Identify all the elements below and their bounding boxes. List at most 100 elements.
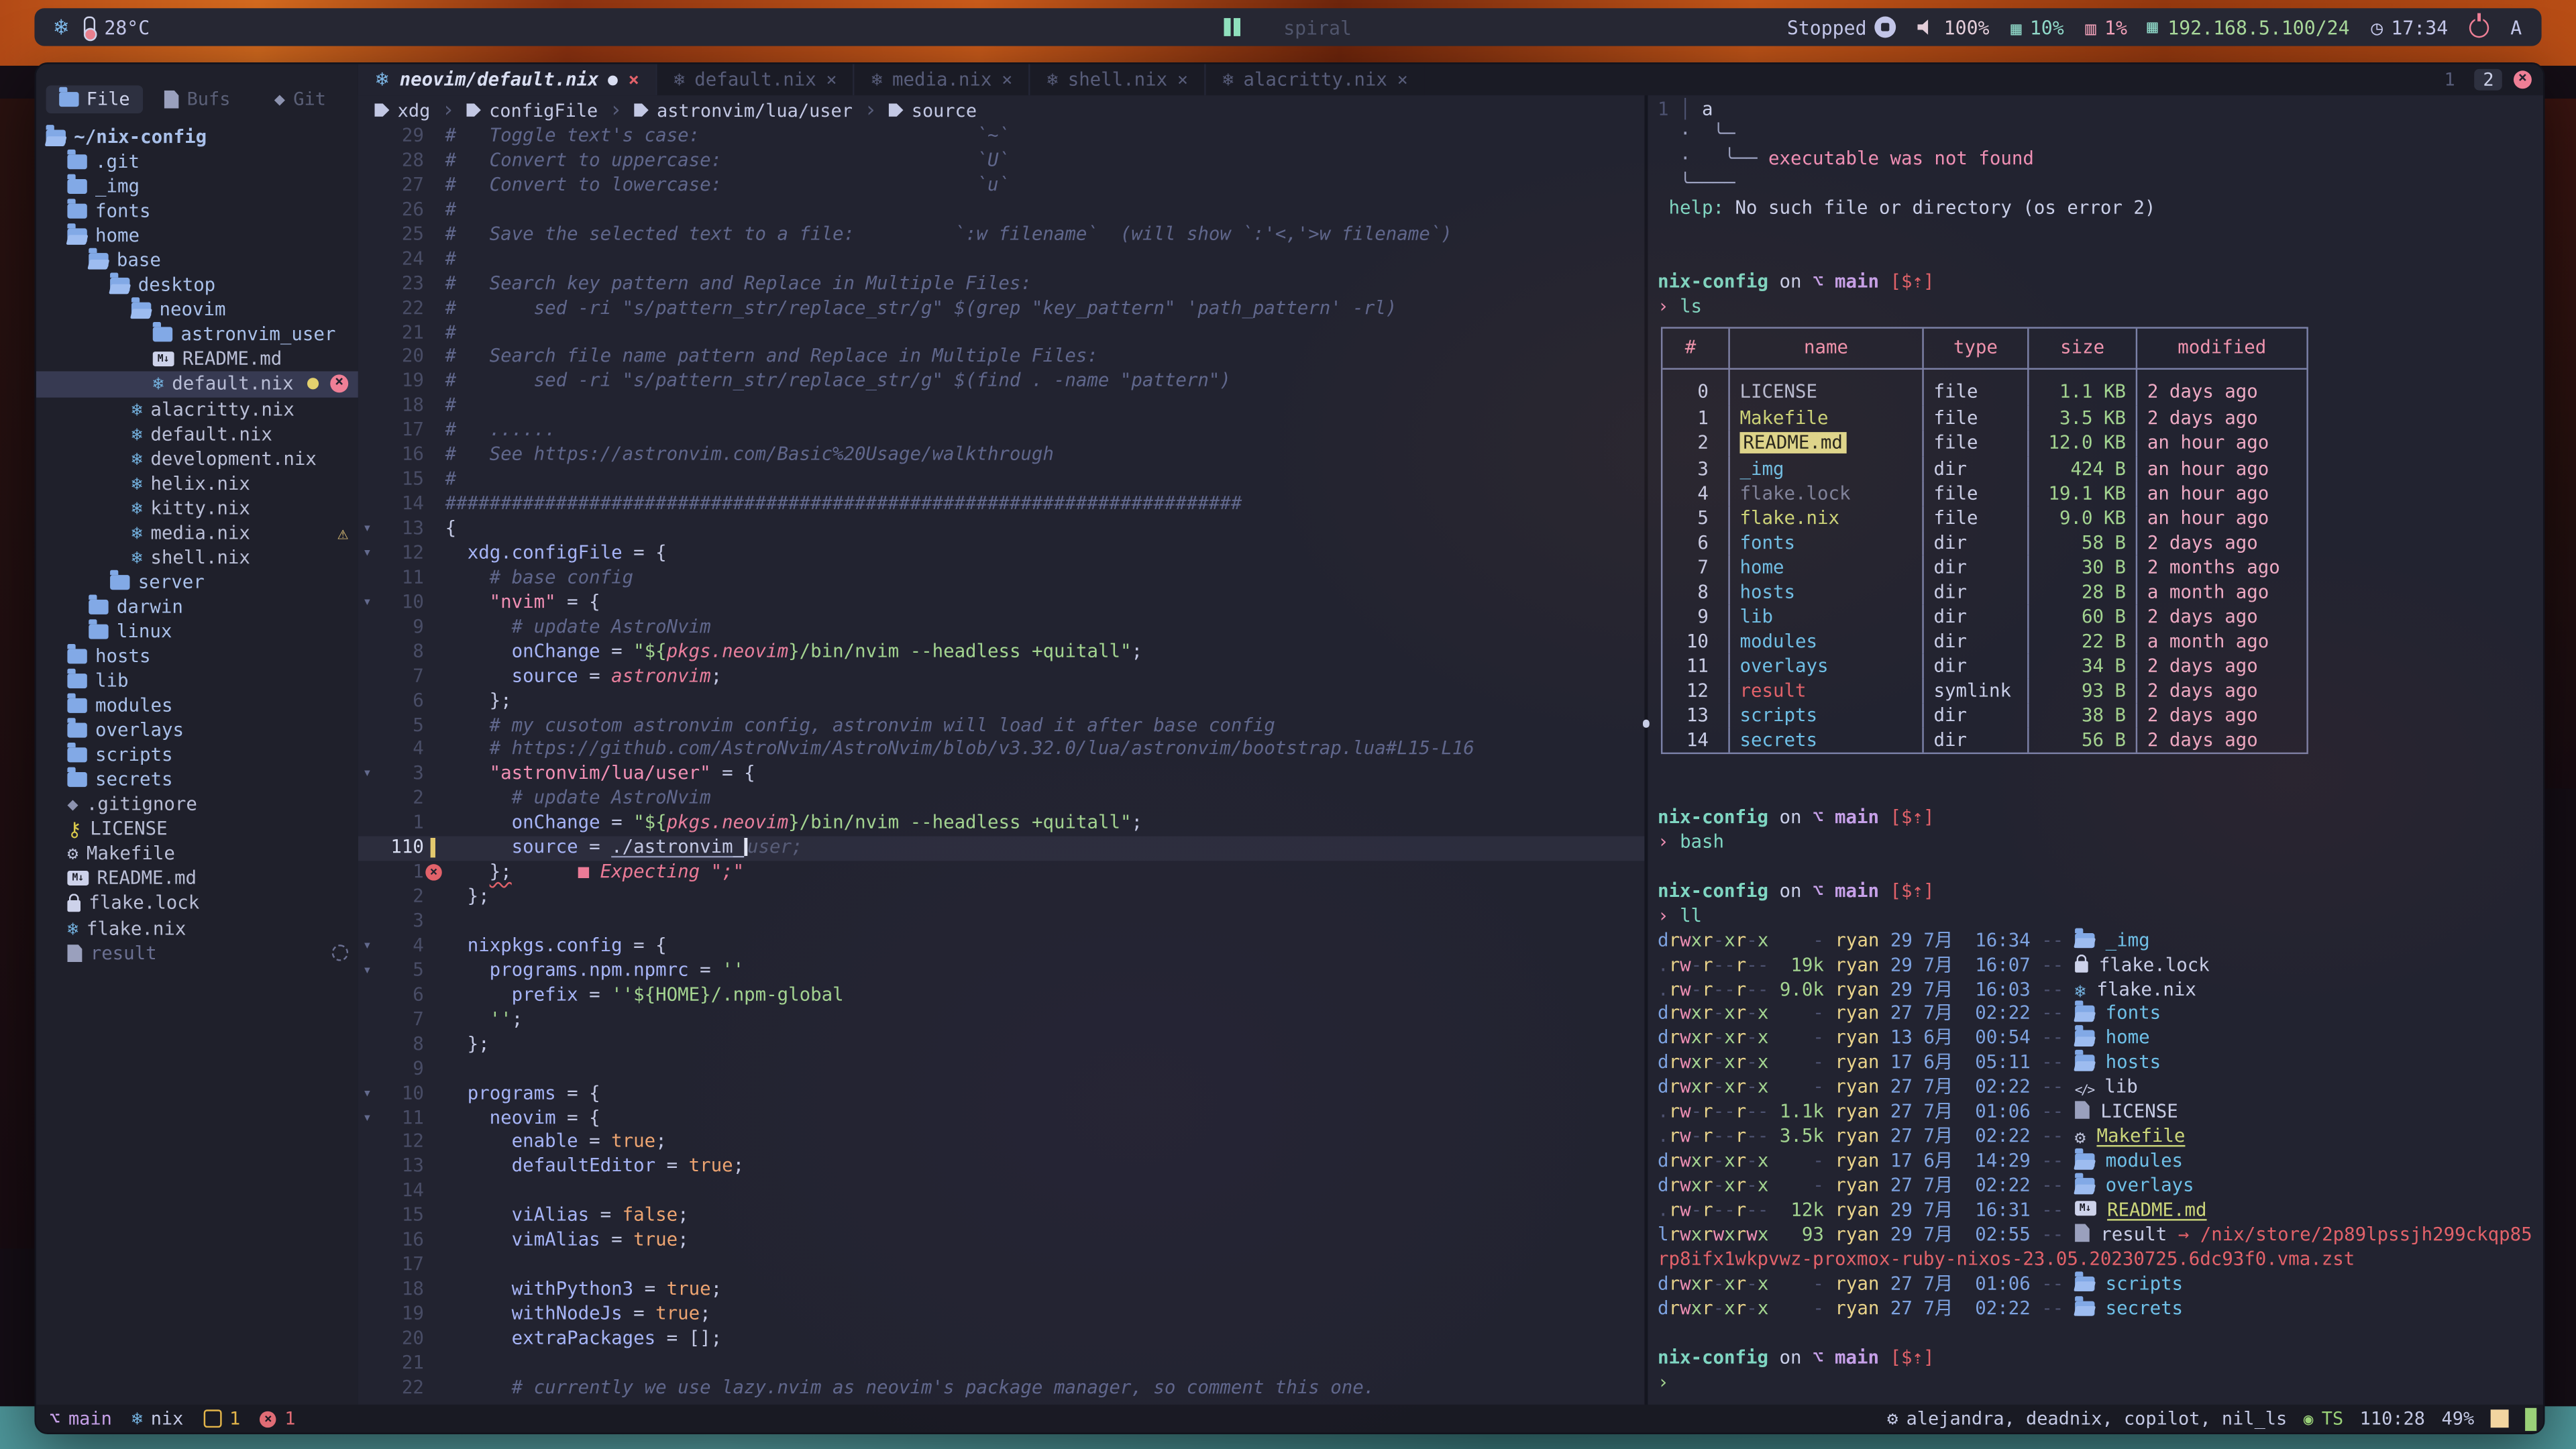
tree-item[interactable]: media.nix (36, 521, 358, 545)
network-module[interactable]: 192.168.5.100/24 (2149, 15, 2350, 38)
tree-item[interactable]: default.nix (36, 421, 358, 446)
tree-item[interactable]: server (36, 570, 358, 594)
ls-cell-name: home (1728, 555, 1922, 580)
tree-item[interactable]: .gitignore (36, 792, 358, 817)
warning-icon (337, 522, 348, 543)
treesitter-status: TS (2304, 1408, 2343, 1430)
close-icon[interactable]: × (1177, 69, 1188, 91)
close-icon[interactable]: × (629, 69, 639, 91)
tree-item[interactable]: secrets (36, 767, 358, 792)
tree-item[interactable]: development.nix (36, 446, 358, 471)
buffer-tab[interactable]: neovim/default.nix× (358, 64, 655, 96)
tree-item[interactable]: alacritty.nix (36, 396, 358, 421)
buffer-tab[interactable]: shell.nix× (1029, 64, 1205, 96)
nixos-logo-icon[interactable] (54, 14, 68, 40)
fold-icon[interactable]: ▾ (358, 517, 376, 542)
tree-item[interactable]: flake.nix (36, 916, 358, 941)
folder-icon (67, 748, 87, 763)
close-icon[interactable] (2514, 70, 2532, 89)
line-number: 6 (376, 690, 424, 714)
git-branch[interactable]: main (49, 1408, 111, 1430)
editor[interactable]: 29# Toggle text's case: `~` 28# Convert … (358, 125, 1645, 1405)
line-number: 2 (376, 788, 424, 812)
fold-icon[interactable]: ▾ (358, 591, 376, 616)
tree-item[interactable]: ~/nix-config (36, 125, 358, 150)
tree-item[interactable]: home (36, 224, 358, 249)
ls-cell-size: 38 B (2027, 703, 2136, 728)
fold-icon[interactable]: ▾ (358, 1106, 376, 1131)
tree-item[interactable]: helix.nix (36, 471, 358, 496)
nix-icon (131, 1408, 142, 1430)
fold-icon[interactable]: ▾ (358, 934, 376, 959)
editor-line: 18 withPython3 = true; (358, 1278, 1645, 1303)
tree-item[interactable]: default.nix (36, 372, 358, 397)
fold-icon[interactable]: ▾ (358, 542, 376, 567)
tree-item[interactable]: shell.nix (36, 545, 358, 570)
tree-item[interactable]: lib (36, 669, 358, 694)
ls-cell-type: dir (1922, 728, 2027, 753)
volume-module[interactable]: 100% (1917, 15, 1989, 38)
sidebar-tab-bufs[interactable]: Bufs (149, 85, 246, 113)
tree-item[interactable]: hosts (36, 644, 358, 669)
breadcrumb-item[interactable]: astronvim/lua/user (634, 99, 853, 121)
fold-icon[interactable]: ▾ (358, 959, 376, 984)
tree-item[interactable]: darwin (36, 594, 358, 619)
terminal-line: nix-config on ⌥ main [$⇡] (1658, 880, 2543, 905)
tree-item[interactable]: _img (36, 174, 358, 199)
fold-icon[interactable]: ▾ (358, 763, 376, 788)
tree-item[interactable]: Makefile (36, 842, 358, 867)
breadcrumb-item[interactable]: source (888, 99, 977, 121)
tree-item[interactable]: LICENSE (36, 817, 358, 842)
close-icon[interactable]: × (1002, 69, 1012, 91)
sidebar-tab-git[interactable]: Git (252, 85, 349, 113)
tree-item[interactable]: linux (36, 619, 358, 644)
sign-column (424, 1254, 445, 1279)
error-count[interactable]: 1 (260, 1408, 296, 1430)
fold-icon[interactable]: ▾ (358, 1082, 376, 1107)
modified-dot-icon (307, 378, 319, 390)
tree-item[interactable]: flake.lock (36, 891, 358, 916)
buffer-tab[interactable]: media.nix× (853, 64, 1029, 96)
close-icon[interactable] (330, 376, 348, 394)
tree-item[interactable]: .git (36, 150, 358, 174)
tree-item[interactable]: desktop (36, 273, 358, 298)
pause-icon[interactable] (1224, 18, 1240, 36)
breadcrumb-item[interactable]: xdg (374, 99, 430, 121)
permissions: lrwxrwxrwx (1658, 1224, 1768, 1245)
tree-item[interactable]: neovim (36, 298, 358, 323)
power-icon[interactable] (2469, 17, 2489, 37)
tree-item-label: alacritty.nix (150, 398, 294, 420)
editor-line: 16 vimAlias = true; (358, 1229, 1645, 1254)
line-number: 14 (376, 1180, 424, 1205)
sidebar-tab-file[interactable]: File (46, 85, 143, 113)
modified-dot-icon (608, 74, 619, 85)
tree-item[interactable]: fonts (36, 199, 358, 224)
tree-item[interactable]: overlays (36, 718, 358, 743)
terminal[interactable]: 1 │ a · ╰─ · ╰── executable was not foun… (1648, 95, 2543, 1408)
tree-item[interactable]: result (36, 941, 358, 965)
permissions: drwxr-xr-x (1658, 1297, 1768, 1319)
buffer-tab[interactable]: alacritty.nix× (1205, 64, 1425, 96)
sign-column (424, 444, 445, 469)
fold-column (358, 714, 376, 739)
warning-count[interactable]: 1 (203, 1408, 240, 1430)
tree-item[interactable]: base (36, 248, 358, 273)
ls-cell-type: dir (1922, 604, 2027, 629)
tree-item[interactable]: scripts (36, 743, 358, 767)
tree-item[interactable]: astronvim_user (36, 323, 358, 347)
buffer-tab[interactable]: default.nix× (655, 64, 853, 96)
tree-item[interactable]: kitty.nix (36, 496, 358, 521)
file-icon (2075, 1224, 2090, 1242)
tabpage-2[interactable]: 2 (2475, 69, 2502, 91)
tabpage-1[interactable]: 1 (2436, 69, 2463, 91)
breadcrumb-item[interactable]: configFile (466, 99, 598, 121)
stop-icon[interactable] (1875, 16, 1896, 38)
tree-item[interactable]: README.md (36, 347, 358, 372)
tree-item[interactable]: modules (36, 694, 358, 718)
close-icon[interactable]: × (826, 69, 837, 91)
ls-cell-modified: a month ago (2136, 580, 2307, 604)
split-divider[interactable] (1644, 95, 1647, 1405)
tree-item[interactable]: README.md (36, 867, 358, 892)
ls-cell-modified: 2 days ago (2136, 530, 2307, 555)
close-icon[interactable]: × (1397, 69, 1408, 91)
